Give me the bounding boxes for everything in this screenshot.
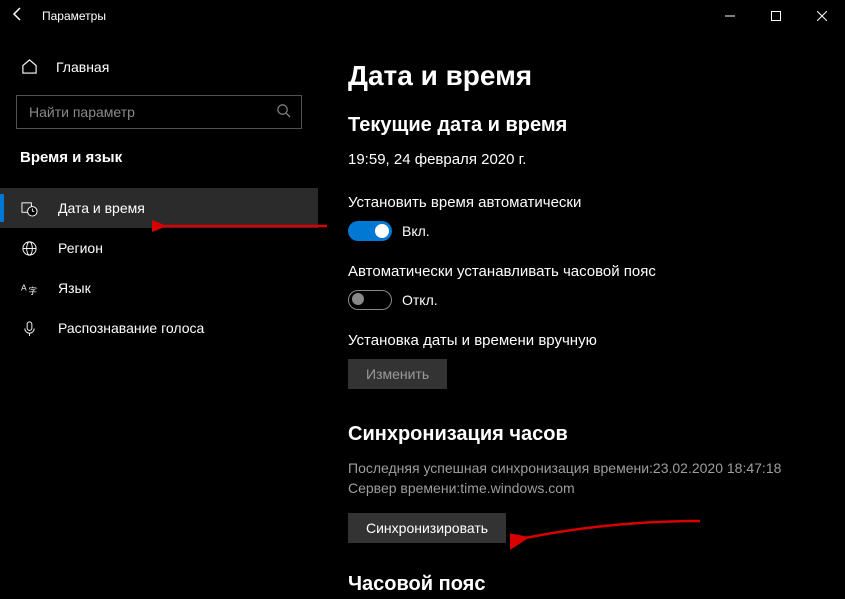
svg-text:字: 字 [28, 286, 37, 296]
auto-time-state: Вкл. [402, 223, 430, 239]
sidebar-item-label: Распознавание голоса [58, 320, 204, 336]
microphone-icon [20, 320, 38, 337]
titlebar: Параметры [0, 0, 845, 32]
home-icon [20, 58, 38, 75]
auto-timezone-toggle[interactable] [348, 290, 392, 310]
sidebar-item-datetime[interactable]: Дата и время [0, 188, 318, 228]
current-datetime-value: 19:59, 24 февраля 2020 г. [348, 151, 825, 168]
change-button: Изменить [348, 359, 447, 389]
search-box[interactable] [16, 95, 302, 129]
sidebar-item-region[interactable]: Регион [0, 228, 318, 268]
window-controls [707, 0, 845, 32]
sidebar-item-label: Дата и время [58, 200, 145, 216]
maximize-button[interactable] [753, 0, 799, 32]
category-header: Время и язык [0, 149, 318, 166]
close-button[interactable] [799, 0, 845, 32]
sidebar-item-label: Регион [58, 240, 103, 256]
back-arrow-icon[interactable] [10, 6, 26, 27]
sidebar: Главная Время и язык Дата и время Регион… [0, 32, 318, 599]
auto-time-label: Установить время автоматически [348, 194, 825, 211]
sync-info: Последняя успешная синхронизация времени… [348, 458, 825, 499]
page-title: Дата и время [348, 60, 825, 92]
sidebar-item-language[interactable]: A字 Язык [0, 268, 318, 308]
sidebar-item-speech[interactable]: Распознавание голоса [0, 308, 318, 348]
main-panel: Дата и время Текущие дата и время 19:59,… [318, 32, 845, 599]
svg-text:A: A [21, 282, 27, 292]
search-icon [276, 103, 291, 121]
search-input[interactable] [27, 103, 276, 121]
sync-heading: Синхронизация часов [348, 423, 825, 446]
globe-icon [20, 240, 38, 257]
auto-timezone-state: Откл. [402, 292, 438, 308]
titlebar-left: Параметры [10, 6, 106, 27]
minimize-button[interactable] [707, 0, 753, 32]
auto-timezone-label: Автоматически устанавливать часовой пояс [348, 263, 825, 280]
home-label: Главная [56, 59, 109, 75]
timezone-heading: Часовой пояс [348, 573, 825, 596]
sync-button[interactable]: Синхронизировать [348, 513, 506, 543]
sidebar-item-label: Язык [58, 280, 91, 296]
home-link[interactable]: Главная [0, 50, 318, 83]
current-datetime-heading: Текущие дата и время [348, 114, 825, 137]
window-title: Параметры [42, 9, 106, 23]
auto-time-toggle[interactable] [348, 221, 392, 241]
manual-datetime-label: Установка даты и времени вручную [348, 332, 825, 349]
sync-last: Последняя успешная синхронизация времени… [348, 458, 825, 478]
language-icon: A字 [20, 280, 38, 297]
sync-server: Сервер времени:time.windows.com [348, 478, 825, 498]
clock-calendar-icon [20, 200, 38, 217]
